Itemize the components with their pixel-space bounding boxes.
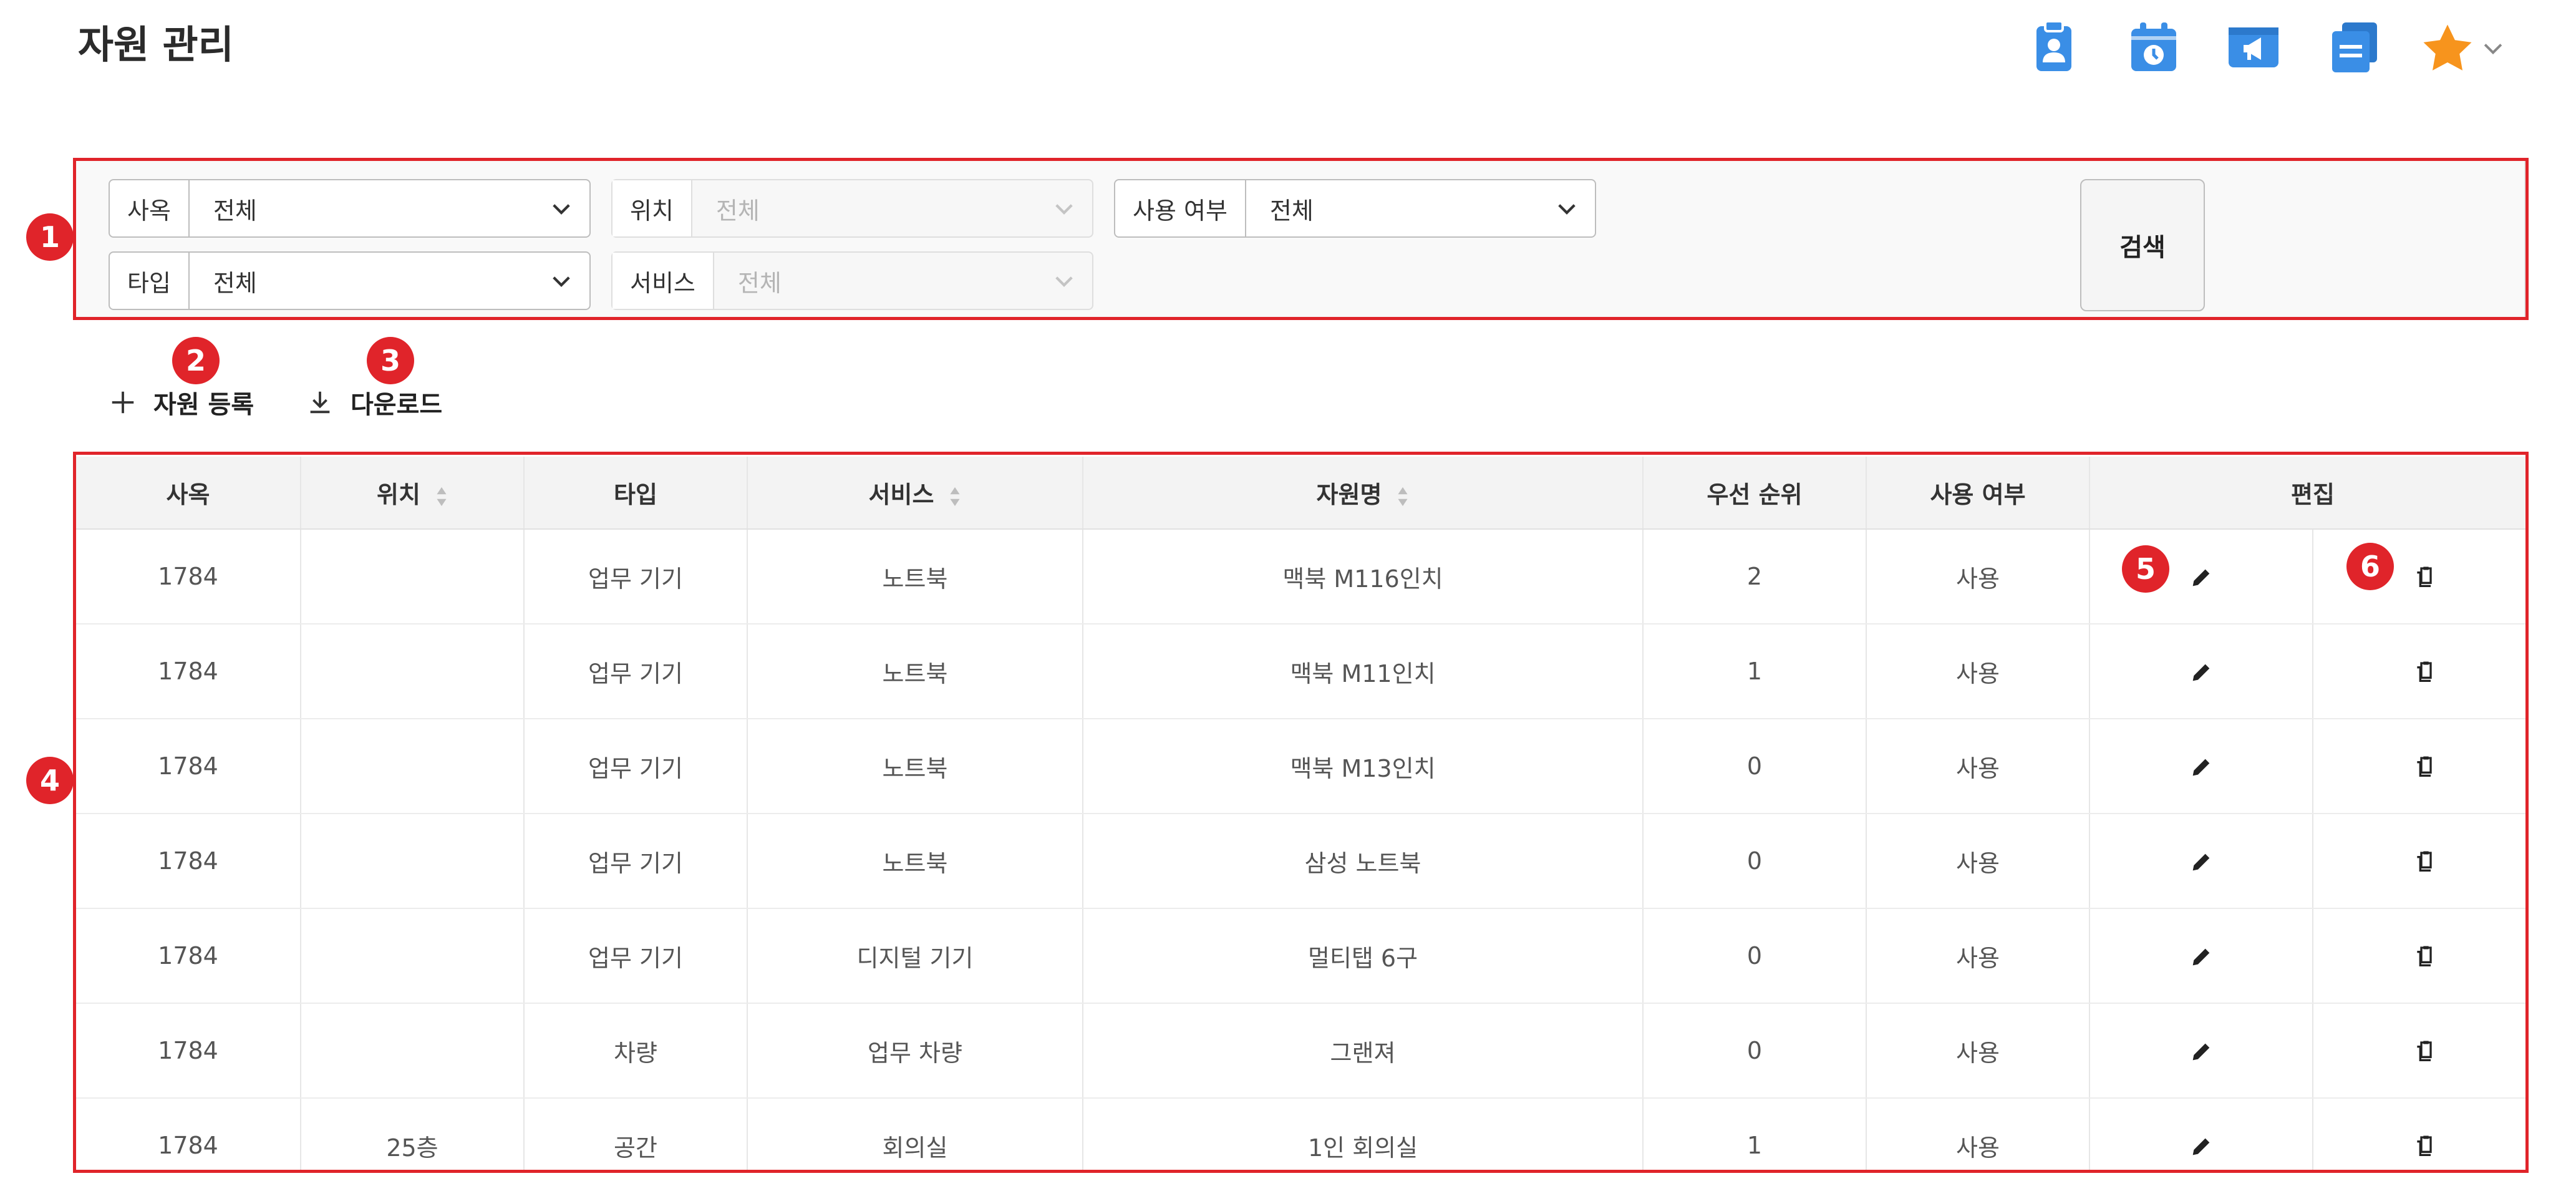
callout-badge: 5	[2122, 545, 2169, 593]
download-label: 다운로드	[351, 391, 443, 419]
chevron-down-icon[interactable]	[2479, 34, 2507, 62]
register-resource-label: 자원 등록	[153, 391, 254, 419]
download-icon	[310, 391, 330, 414]
callout-badge: 1	[26, 213, 74, 261]
page-title: 자원 관리	[78, 22, 234, 67]
callout-badge: 6	[2346, 543, 2394, 590]
clipboard-user-icon[interactable]	[2024, 17, 2084, 77]
callout-badge: 3	[367, 337, 414, 384]
plus-icon	[112, 391, 134, 414]
favorite-star-icon[interactable]	[2420, 21, 2475, 76]
register-resource-button[interactable]: 자원 등록	[109, 381, 254, 424]
callout-badge: 4	[26, 757, 74, 804]
callout-badge: 2	[172, 337, 220, 384]
megaphone-window-icon[interactable]	[2224, 17, 2283, 77]
download-button[interactable]: 다운로드	[306, 381, 442, 424]
stacked-documents-icon[interactable]	[2325, 17, 2385, 77]
callout-box-filters	[73, 158, 2529, 320]
calendar-clock-icon[interactable]	[2124, 17, 2184, 77]
